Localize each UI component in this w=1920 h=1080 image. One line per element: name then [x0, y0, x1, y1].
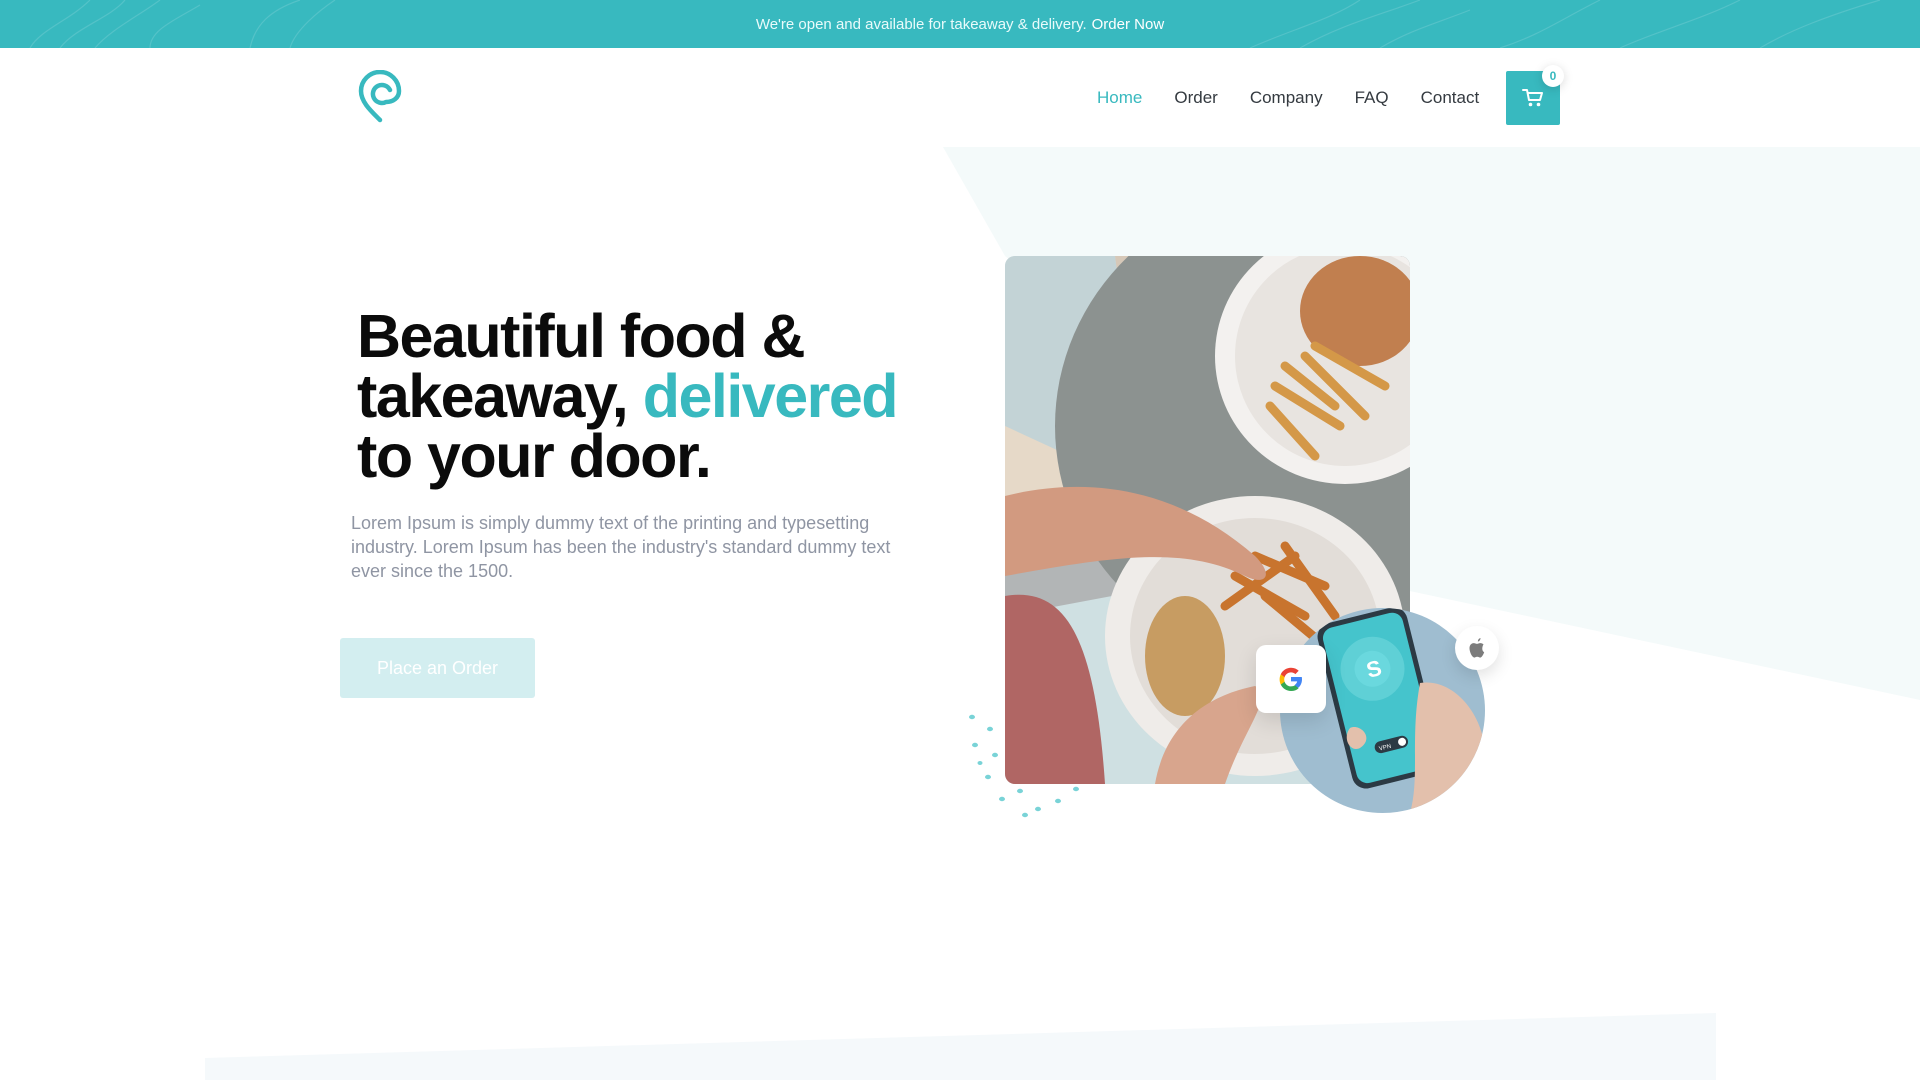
headline-line-3: to your door. — [357, 422, 712, 490]
order-now-link[interactable]: Order Now — [1092, 16, 1165, 33]
headline-line-1: Beautiful food & — [357, 302, 806, 370]
apple-icon — [1469, 638, 1485, 658]
nav-company[interactable]: Company — [1250, 88, 1323, 108]
google-icon — [1279, 667, 1302, 691]
app-store-badge[interactable] — [1455, 626, 1499, 670]
announcement-banner: We're open and available for takeaway & … — [0, 0, 1920, 48]
place-order-button[interactable]: Place an Order — [340, 638, 535, 698]
google-play-badge[interactable] — [1256, 645, 1326, 713]
hero-description: Lorem Ipsum is simply dummy text of the … — [351, 513, 891, 581]
headline-accent: delivered — [642, 362, 899, 430]
logo[interactable] — [357, 69, 403, 124]
hero-background — [205, 147, 1920, 1080]
nav-order[interactable]: Order — [1174, 88, 1217, 108]
nav-faq[interactable]: FAQ — [1355, 88, 1389, 108]
headline-line-2: takeaway, — [357, 362, 629, 430]
cart-icon — [1522, 89, 1543, 107]
nav-home[interactable]: Home — [1097, 88, 1142, 108]
nav-contact[interactable]: Contact — [1421, 88, 1480, 108]
cart-count-badge: 0 — [1542, 65, 1564, 87]
map-pin-logo-icon — [358, 69, 402, 123]
main-nav: Home Order Company FAQ Contact — [1097, 88, 1479, 108]
banner-message: We're open and available for takeaway & … — [755, 15, 1087, 33]
hero-headline: Beautiful food & takeaway, delivered to … — [357, 306, 899, 487]
